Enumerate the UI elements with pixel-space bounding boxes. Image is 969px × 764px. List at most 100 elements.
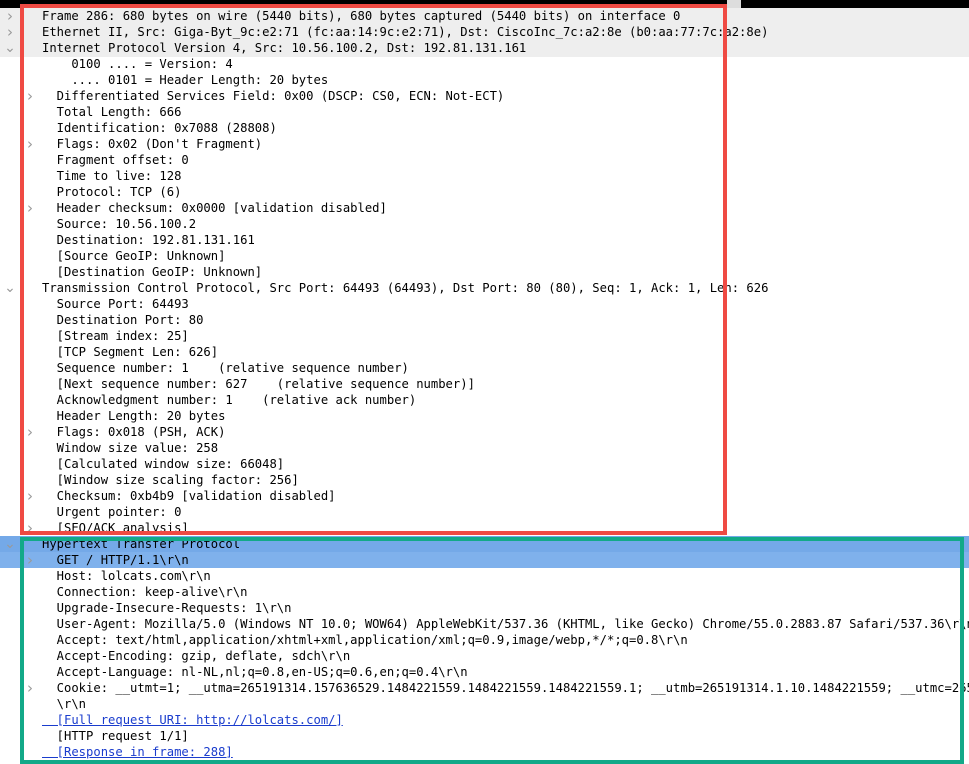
tree-row-http-response-in-frame[interactable]: [Response in frame: 288]	[0, 744, 969, 760]
tree-row-label: .... 0101 = Header Length: 20 bytes	[42, 73, 329, 87]
tree-row-label: Source: 10.56.100.2	[42, 217, 197, 231]
tree-row-http-accept-encoding[interactable]: Accept-Encoding: gzip, deflate, sdch\r\n	[0, 648, 969, 664]
tree-row-label: Protocol: TCP (6)	[42, 185, 182, 199]
tree-row-tcp-checksum[interactable]: Checksum: 0xb4b9 [validation disabled]	[0, 488, 969, 504]
tree-row-label: Time to live: 128	[42, 169, 182, 183]
tree-row-tcp-calc-window[interactable]: [Calculated window size: 66048]	[0, 456, 969, 472]
tree-row-label: Total Length: 666	[42, 105, 182, 119]
tree-row-label: Header Length: 20 bytes	[42, 409, 226, 423]
tree-row-label: Fragment offset: 0	[42, 153, 189, 167]
tree-row-ip-total-length[interactable]: Total Length: 666	[0, 104, 969, 120]
tree-row-label: \r\n	[42, 697, 87, 711]
tree-row-label: [Source GeoIP: Unknown]	[42, 249, 226, 263]
tree-row-label: Header checksum: 0x0000 [validation disa…	[42, 201, 387, 215]
tree-row-tcp-window-scale[interactable]: [Window size scaling factor: 256]	[0, 472, 969, 488]
chevron-right-icon[interactable]	[24, 520, 36, 536]
tree-row-ip-header-checksum[interactable]: Header checksum: 0x0000 [validation disa…	[0, 200, 969, 216]
tree-row-tcp-ack-number[interactable]: Acknowledgment number: 1 (relative ack n…	[0, 392, 969, 408]
tree-row-tcp-seq-ack-analysis[interactable]: [SEQ/ACK analysis]	[0, 520, 969, 536]
chevron-right-icon[interactable]	[24, 680, 36, 696]
tree-row-http-host[interactable]: Host: lolcats.com\r\n	[0, 568, 969, 584]
tree-row-label: GET / HTTP/1.1\r\n	[42, 553, 189, 567]
tree-row-label: Host: lolcats.com\r\n	[42, 569, 211, 583]
tree-row-label: Destination Port: 80	[42, 313, 204, 327]
tree-row-label[interactable]: [Full request URI: http://lolcats.com/]	[42, 712, 343, 728]
tree-row-ip-flags[interactable]: Flags: 0x02 (Don't Fragment)	[0, 136, 969, 152]
tree-row-http-full-uri[interactable]: [Full request URI: http://lolcats.com/]	[0, 712, 969, 728]
chevron-right-icon[interactable]	[4, 24, 16, 40]
tree-row-ip-dsfield[interactable]: Differentiated Services Field: 0x00 (DSC…	[0, 88, 969, 104]
tree-row-label: Differentiated Services Field: 0x00 (DSC…	[42, 89, 505, 103]
tree-row-tcp-next-seq[interactable]: [Next sequence number: 627 (relative seq…	[0, 376, 969, 392]
tree-row-tcp-header-length[interactable]: Header Length: 20 bytes	[0, 408, 969, 424]
tree-row-label: 0100 .... = Version: 4	[42, 57, 233, 71]
tree-row-label: Accept-Language: nl-NL,nl;q=0.8,en-US;q=…	[42, 665, 468, 679]
tree-row-label: Flags: 0x018 (PSH, ACK)	[42, 425, 226, 439]
tree-row-ipv4[interactable]: Internet Protocol Version 4, Src: 10.56.…	[0, 40, 969, 56]
tree-row-ip-source-geoip[interactable]: [Source GeoIP: Unknown]	[0, 248, 969, 264]
tree-row-ip-frag-offset[interactable]: Fragment offset: 0	[0, 152, 969, 168]
tree-row-label: Hypertext Transfer Protocol	[42, 537, 241, 551]
tree-row-ip-destination[interactable]: Destination: 192.81.131.161	[0, 232, 969, 248]
tree-row-http-connection[interactable]: Connection: keep-alive\r\n	[0, 584, 969, 600]
tree-row-http-request-line[interactable]: GET / HTTP/1.1\r\n	[0, 552, 969, 568]
chevron-right-icon[interactable]	[24, 88, 36, 104]
tree-row-http-accept[interactable]: Accept: text/html,application/xhtml+xml,…	[0, 632, 969, 648]
chevron-right-icon[interactable]	[24, 488, 36, 504]
chevron-right-icon[interactable]	[24, 136, 36, 152]
tree-row-tcp-segment-len[interactable]: [TCP Segment Len: 626]	[0, 344, 969, 360]
tree-row-http-request-count[interactable]: [HTTP request 1/1]	[0, 728, 969, 744]
chevron-down-icon[interactable]	[4, 280, 16, 296]
tree-row-tcp-seq-number[interactable]: Sequence number: 1 (relative sequence nu…	[0, 360, 969, 376]
tree-row-label: [Next sequence number: 627 (relative seq…	[42, 377, 475, 391]
tree-row-label: User-Agent: Mozilla/5.0 (Windows NT 10.0…	[42, 617, 969, 631]
tree-row-label: [SEQ/ACK analysis]	[42, 521, 189, 535]
tree-row-tcp-src-port[interactable]: Source Port: 64493	[0, 296, 969, 312]
tree-row-ip-protocol[interactable]: Protocol: TCP (6)	[0, 184, 969, 200]
tree-row-label: Checksum: 0xb4b9 [validation disabled]	[42, 489, 336, 503]
tree-row-ip-ttl[interactable]: Time to live: 128	[0, 168, 969, 184]
tree-row-ip-source[interactable]: Source: 10.56.100.2	[0, 216, 969, 232]
tree-row-tcp-window-value[interactable]: Window size value: 258	[0, 440, 969, 456]
chevron-down-icon[interactable]	[4, 40, 16, 56]
chevron-right-icon[interactable]	[24, 200, 36, 216]
tree-row-http[interactable]: Hypertext Transfer Protocol	[0, 536, 969, 552]
tree-row-label: [Destination GeoIP: Unknown]	[42, 265, 263, 279]
chevron-down-icon[interactable]	[4, 536, 16, 552]
tree-row-tcp[interactable]: Transmission Control Protocol, Src Port:…	[0, 280, 969, 296]
tree-row-label: Frame 286: 680 bytes on wire (5440 bits)…	[42, 9, 681, 23]
tree-row-http-cookie[interactable]: Cookie: __utmt=1; __utma=265191314.15763…	[0, 680, 969, 696]
tree-row-ethernet[interactable]: Ethernet II, Src: Giga-Byt_9c:e2:71 (fc:…	[0, 24, 969, 40]
tree-row-label: Accept: text/html,application/xhtml+xml,…	[42, 633, 688, 647]
tree-row-http-crlf[interactable]: \r\n	[0, 696, 969, 712]
tree-row-label: [Window size scaling factor: 256]	[42, 473, 299, 487]
tree-row-label: [Stream index: 25]	[42, 329, 189, 343]
tree-row-label: Source Port: 64493	[42, 297, 189, 311]
tree-row-tcp-stream-index[interactable]: [Stream index: 25]	[0, 328, 969, 344]
tree-row-label: Transmission Control Protocol, Src Port:…	[42, 281, 769, 295]
tree-row-http-upgrade-insecure[interactable]: Upgrade-Insecure-Requests: 1\r\n	[0, 600, 969, 616]
tree-row-label: [Calculated window size: 66048]	[42, 457, 285, 471]
tree-row-tcp-dst-port[interactable]: Destination Port: 80	[0, 312, 969, 328]
tree-row-label: Ethernet II, Src: Giga-Byt_9c:e2:71 (fc:…	[42, 25, 769, 39]
tree-row-label: Internet Protocol Version 4, Src: 10.56.…	[42, 41, 527, 55]
tree-row-ip-header-length[interactable]: .... 0101 = Header Length: 20 bytes	[0, 72, 969, 88]
tree-row-http-user-agent[interactable]: User-Agent: Mozilla/5.0 (Windows NT 10.0…	[0, 616, 969, 632]
packet-details-tree[interactable]: Frame 286: 680 bytes on wire (5440 bits)…	[0, 8, 969, 764]
tree-row-frame[interactable]: Frame 286: 680 bytes on wire (5440 bits)…	[0, 8, 969, 24]
tree-row-tcp-flags[interactable]: Flags: 0x018 (PSH, ACK)	[0, 424, 969, 440]
tree-row-label: Connection: keep-alive\r\n	[42, 585, 248, 599]
tree-row-label: Urgent pointer: 0	[42, 505, 182, 519]
chevron-right-icon[interactable]	[24, 552, 36, 568]
tree-row-label: Cookie: __utmt=1; __utma=265191314.15763…	[42, 681, 969, 695]
tree-row-ip-version[interactable]: 0100 .... = Version: 4	[0, 56, 969, 72]
chevron-right-icon[interactable]	[4, 8, 16, 24]
chevron-right-icon[interactable]	[24, 424, 36, 440]
tree-row-label[interactable]: [Response in frame: 288]	[42, 744, 233, 760]
tree-row-ip-dest-geoip[interactable]: [Destination GeoIP: Unknown]	[0, 264, 969, 280]
tree-row-tcp-urgent-pointer[interactable]: Urgent pointer: 0	[0, 504, 969, 520]
tree-row-http-accept-language[interactable]: Accept-Language: nl-NL,nl;q=0.8,en-US;q=…	[0, 664, 969, 680]
window-top-band	[0, 0, 969, 8]
tree-row-label: Sequence number: 1 (relative sequence nu…	[42, 361, 409, 375]
tree-row-ip-identification[interactable]: Identification: 0x7088 (28808)	[0, 120, 969, 136]
